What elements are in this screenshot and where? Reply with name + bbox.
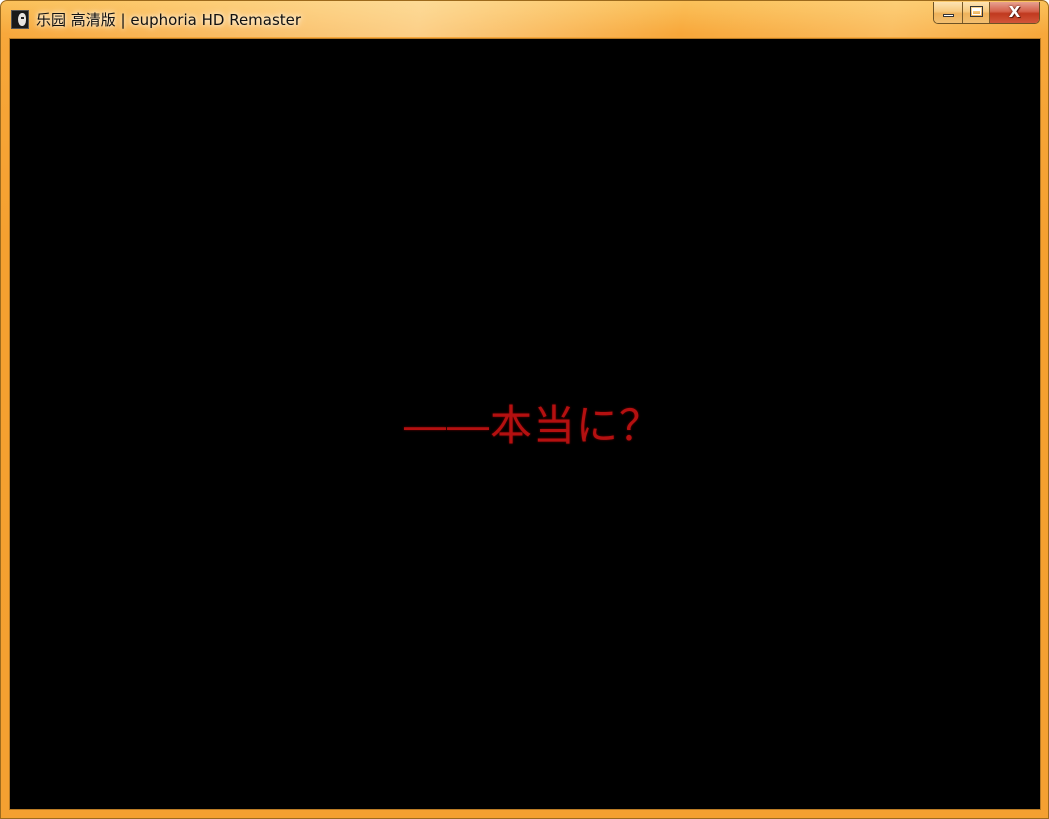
app-icon[interactable] [11, 10, 29, 29]
close-button[interactable]: X [990, 2, 1039, 23]
title-bar[interactable]: 乐园 高清版 | euphoria HD Remaster X [1, 1, 1048, 38]
app-icon-face [18, 13, 26, 26]
window-title: 乐园 高清版 | euphoria HD Remaster [36, 11, 302, 29]
game-screen[interactable]: ――本当に？ [9, 38, 1041, 810]
close-icon: X [1008, 3, 1021, 21]
dialogue-text: ――本当に？ [403, 401, 662, 450]
application-window: 乐园 高清版 | euphoria HD Remaster X ――本当に？ [0, 0, 1049, 819]
app-icon-eye [21, 17, 24, 19]
minimize-icon [943, 14, 954, 17]
maximize-icon [970, 6, 983, 17]
maximize-button[interactable] [963, 2, 990, 23]
caption-buttons: X [933, 2, 1040, 24]
minimize-button[interactable] [934, 2, 963, 23]
